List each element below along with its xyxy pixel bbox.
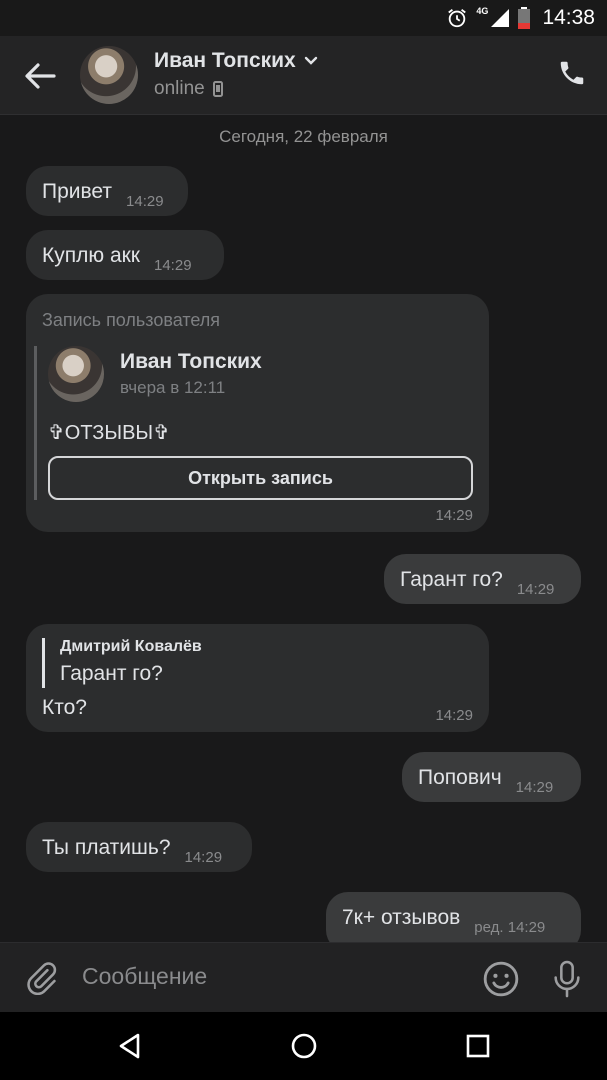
alarm-icon xyxy=(448,9,467,28)
message-bubble-incoming[interactable]: Привет 14:29 xyxy=(26,166,188,216)
contact-name-text: Иван Топских xyxy=(154,49,296,72)
message-bubble-outgoing[interactable]: Гарант го? 14:29 xyxy=(384,554,581,604)
clock: 14:38 xyxy=(542,6,595,29)
message-text: Кто? xyxy=(42,696,87,719)
repost-label: Запись пользователя xyxy=(42,310,221,330)
presence-status: online xyxy=(154,78,223,100)
message-text: Куплю акк xyxy=(42,244,140,267)
reply-author: Дмитрий Ковалёв xyxy=(60,638,202,655)
repost-author-avatar[interactable] xyxy=(48,346,104,402)
message-time: 14:29 xyxy=(184,849,223,866)
message-bubble-incoming[interactable]: Куплю акк 14:29 xyxy=(26,230,224,280)
status-bar: 4G 14:38 xyxy=(0,0,607,36)
nav-back-icon[interactable] xyxy=(116,1032,144,1060)
chevron-down-icon xyxy=(304,56,317,65)
date-divider: Сегодня, 22 февраля xyxy=(219,127,388,146)
message-time: ред. 14:29 xyxy=(474,919,545,936)
nav-home-icon[interactable] xyxy=(290,1032,318,1060)
repost-author-name[interactable]: Иван Топских xyxy=(120,350,262,374)
mobile-icon xyxy=(212,81,223,97)
back-arrow-icon[interactable] xyxy=(22,60,58,92)
repost-text: ✞ОТЗЫВЫ✞ xyxy=(48,422,170,444)
message-time: 14:29 xyxy=(435,507,473,524)
battery-icon xyxy=(518,7,531,29)
phone-icon[interactable] xyxy=(557,58,587,88)
message-bubble-outgoing[interactable]: Попович 14:29 xyxy=(402,752,581,802)
message-bubble-incoming[interactable]: Ты платишь? 14:29 xyxy=(26,822,252,872)
message-text: 7к+ отзывов xyxy=(342,906,461,929)
repost-bubble[interactable]: Запись пользователя Иван Топских вчера в… xyxy=(26,294,489,532)
emoji-icon[interactable] xyxy=(482,960,520,998)
chat-header: Иван Топских online xyxy=(0,36,607,115)
nav-recents-icon[interactable] xyxy=(466,1034,490,1058)
paperclip-icon[interactable] xyxy=(24,961,58,995)
system-nav-bar xyxy=(0,1012,607,1080)
message-text: Привет xyxy=(42,180,113,203)
message-time-value: 14:29 xyxy=(507,919,546,936)
repost-date: вчера в 12:11 xyxy=(120,378,226,397)
open-post-button[interactable]: Открыть запись xyxy=(48,456,473,500)
message-time: 14:29 xyxy=(435,707,473,724)
message-input[interactable]: Сообщение xyxy=(82,963,207,990)
message-time: 14:29 xyxy=(516,581,555,598)
message-text: Ты платишь? xyxy=(42,836,171,859)
message-text: Гарант го? xyxy=(400,568,503,591)
reply-quote-text: Гарант го? xyxy=(60,662,163,685)
presence-text: online xyxy=(154,78,205,99)
signal-icon xyxy=(491,9,510,27)
message-text: Попович xyxy=(418,766,502,789)
message-time: 14:29 xyxy=(515,779,554,796)
network-type: 4G xyxy=(476,6,489,16)
message-composer: Сообщение xyxy=(0,942,607,1013)
microphone-icon[interactable] xyxy=(550,959,584,999)
edited-label: ред. xyxy=(474,919,504,936)
reply-quote-bar xyxy=(42,638,45,688)
repost-divider xyxy=(34,346,37,500)
message-time: 14:29 xyxy=(154,257,192,274)
message-bubble-reply[interactable]: Дмитрий Ковалёв Гарант го? Кто? 14:29 xyxy=(26,624,489,732)
avatar[interactable] xyxy=(80,46,138,104)
message-time: 14:29 xyxy=(126,193,164,210)
contact-name[interactable]: Иван Топских xyxy=(154,49,318,73)
